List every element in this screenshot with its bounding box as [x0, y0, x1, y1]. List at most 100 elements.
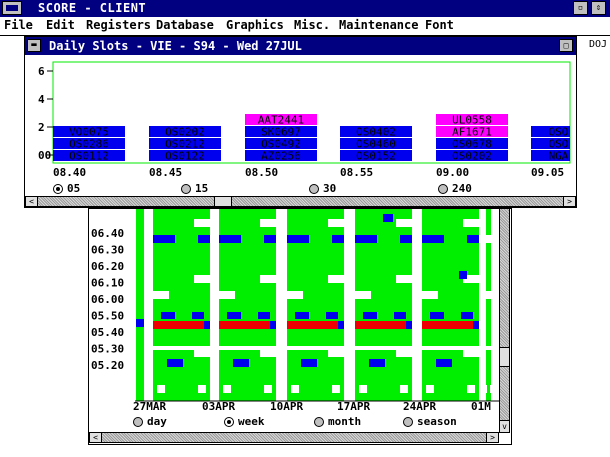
period-radio-day[interactable]: day: [133, 415, 167, 428]
weekly-slots-window: 06.40 06.30 06.20 06.10 06.00 05.50 05.40 05.30…: [88, 208, 512, 445]
heat-cell-empty: [260, 349, 276, 357]
heat-cell: [369, 359, 385, 367]
daily-slots-chart[interactable]: 64200 OS0112OS0286VO0075OS0122OS0212OS020…: [25, 55, 576, 217]
radio-icon: [403, 416, 413, 427]
slot-code-label: OS0678: [452, 138, 492, 151]
menu-file[interactable]: File: [4, 18, 33, 32]
heat-cell-empty: [328, 275, 344, 283]
heat-cell-empty: [287, 291, 303, 299]
slot-code-label: AAT2441: [258, 114, 304, 127]
heat-cell-empty: [264, 385, 272, 393]
maximize-button[interactable]: □: [559, 39, 573, 52]
period-radio-season[interactable]: season: [403, 415, 457, 428]
heat-cell: [459, 271, 467, 279]
weekly-vertical-scrollbar[interactable]: v: [499, 208, 510, 433]
heat-cell: [355, 235, 377, 243]
y-tick-label: 4: [38, 93, 45, 106]
x-tick-label: 08.55: [340, 166, 373, 179]
heat-cell: [332, 235, 344, 243]
scroll-left-button[interactable]: <: [25, 196, 38, 207]
scroll-right-button[interactable]: >: [563, 196, 576, 207]
period-radio-month[interactable]: month: [314, 415, 361, 428]
heat-cell: [338, 321, 344, 329]
y-tick-label: 06.00: [91, 293, 124, 306]
y-tick-label: 06.30: [91, 244, 124, 257]
slot-code-label: OS0152: [356, 150, 396, 163]
scroll-thumb[interactable]: [214, 197, 232, 206]
menu-registers[interactable]: Registers: [86, 18, 151, 32]
heat-cell: [233, 359, 249, 367]
window-menu-icon[interactable]: ▬: [27, 39, 41, 52]
heat-cell: [301, 359, 317, 367]
heat-cell-empty: [396, 275, 412, 283]
heat-cell-empty: [287, 346, 344, 350]
heat-cell: [287, 321, 338, 329]
y-tick-label: 6: [38, 65, 45, 78]
menu-font[interactable]: Font: [425, 18, 454, 32]
heat-cell-empty: [475, 275, 480, 283]
heat-cell-empty: [153, 346, 210, 350]
radio-icon: [438, 183, 448, 194]
heat-cell-empty: [475, 349, 480, 357]
interval-radio-15[interactable]: 15: [181, 182, 208, 195]
menu-misc[interactable]: Misc.: [294, 18, 330, 32]
x-tick-label: 10APR: [270, 400, 303, 413]
slot-code-label: OS0112: [69, 150, 109, 163]
x-tick-label: 27MAR: [133, 400, 166, 413]
heat-cell: [355, 321, 406, 329]
heat-cell-empty: [422, 346, 479, 350]
interval-radio-05[interactable]: 05: [53, 182, 80, 195]
period-radio-week[interactable]: week: [224, 415, 265, 428]
y-tick-label: 05.40: [91, 326, 124, 339]
slot-code-label: OSO: [549, 126, 569, 139]
menu-graphics[interactable]: Graphics: [226, 18, 284, 32]
system-menu-icon[interactable]: [2, 1, 22, 15]
heat-cell: [227, 312, 241, 319]
interval-label: 240: [452, 182, 472, 195]
weekly-horizontal-scrollbar[interactable]: < >: [89, 432, 499, 443]
daily-slots-title-bar: ▬ Daily Slots - VIE - S94 - Wed 27JUL □: [25, 37, 576, 55]
y-tick-label: 2: [38, 121, 45, 134]
slot-code-label: AF1671: [452, 126, 492, 139]
heat-cell-empty: [198, 385, 206, 393]
x-tick-label: 03APR: [202, 400, 235, 413]
y-tick-label: 05.50: [91, 310, 124, 323]
heat-cell: [430, 312, 444, 319]
x-tick-label: 09.05: [531, 166, 564, 179]
radio-icon: [309, 183, 319, 194]
x-tick-label: 17APR: [337, 400, 370, 413]
slot-code-label: OS0492: [261, 138, 301, 151]
heat-cell: [258, 312, 270, 319]
menu-database[interactable]: Database: [156, 18, 214, 32]
weekly-slots-chart[interactable]: 06.40 06.30 06.20 06.10 06.00 05.50 05.40 05.30…: [89, 209, 499, 414]
heat-cell-empty: [359, 385, 367, 393]
menu-maintenance[interactable]: Maintenance: [339, 18, 418, 32]
slot-code-label: AZ0256: [261, 150, 301, 163]
heat-cell-empty: [328, 349, 344, 357]
heat-cell: [436, 359, 452, 367]
heat-cell-empty: [486, 235, 491, 243]
daily-horizontal-scrollbar[interactable]: < >: [25, 196, 576, 207]
interval-radio-240[interactable]: 240: [438, 182, 472, 195]
heat-cell: [136, 319, 144, 327]
vertical-scroll-thumb[interactable]: [500, 347, 509, 367]
scroll-down-button[interactable]: v: [499, 420, 510, 433]
scroll-right-button[interactable]: >: [486, 432, 499, 443]
interval-label: 30: [323, 182, 337, 195]
heat-cell: [394, 312, 406, 319]
x-tick-label: 08.50: [245, 166, 278, 179]
x-tick-label: 24APR: [403, 400, 436, 413]
minimize-button[interactable]: ▫: [573, 1, 588, 15]
slot-code-label: OS0286: [69, 138, 109, 151]
radio-icon: [314, 416, 324, 427]
menu-edit[interactable]: Edit: [46, 18, 75, 32]
heat-cell: [219, 321, 270, 329]
y-tick-label: 06.20: [91, 260, 124, 273]
period-label: month: [328, 415, 362, 428]
interval-radio-30[interactable]: 30: [309, 182, 336, 195]
restore-button[interactable]: ⇕: [591, 1, 606, 15]
scroll-left-button[interactable]: <: [89, 432, 102, 443]
y-tick-label: 05.20: [91, 359, 124, 372]
daily-slots-window: ▬ Daily Slots - VIE - S94 - Wed 27JUL □ …: [24, 36, 577, 208]
slot-code-label: UL0558: [452, 114, 492, 127]
